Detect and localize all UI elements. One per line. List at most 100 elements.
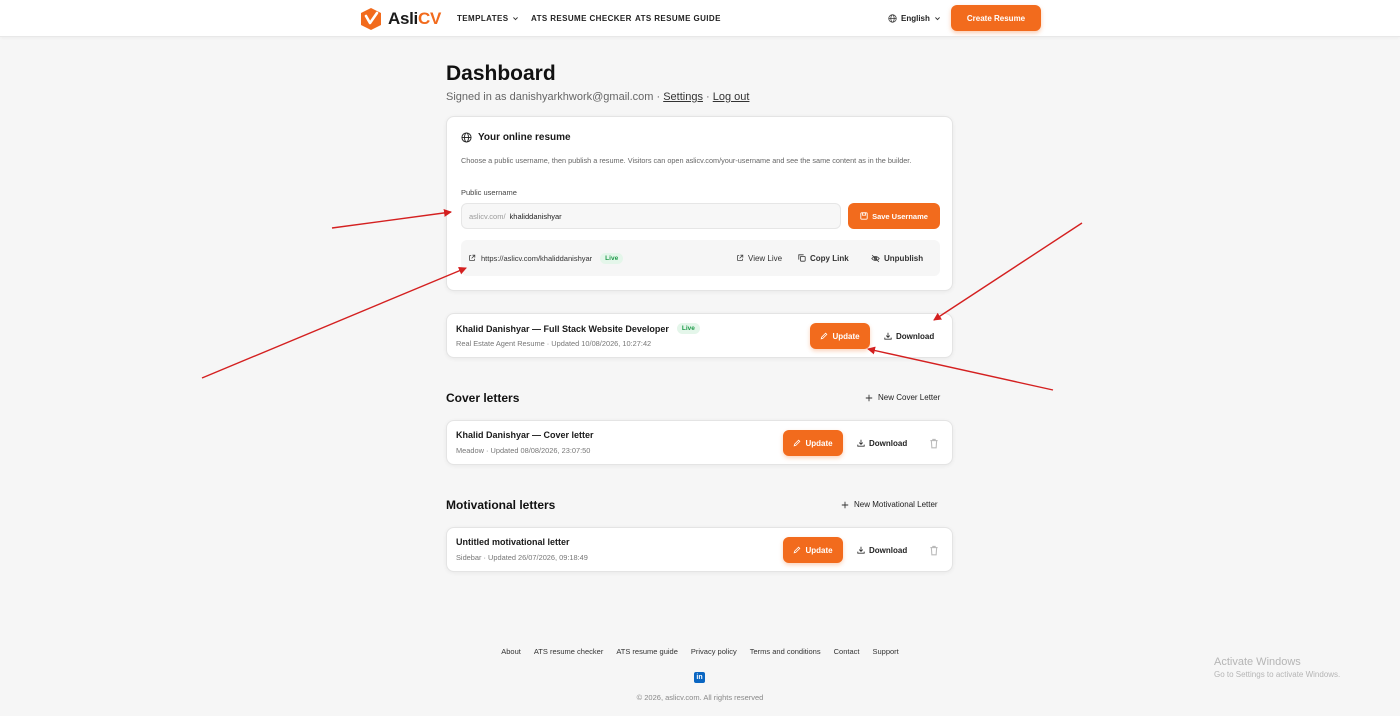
footer-link-privacy[interactable]: Privacy policy xyxy=(691,647,737,656)
cover-letters-heading: Cover letters xyxy=(446,391,520,405)
update-button[interactable]: Update xyxy=(783,537,843,563)
signed-in-line: Signed in as danishyarkhwork@gmail.com ·… xyxy=(446,91,749,103)
status-badge: Live xyxy=(676,323,700,334)
save-icon xyxy=(860,212,868,220)
motivational-letter-card: Untitled motivational letter Sidebar · U… xyxy=(446,527,953,572)
separator: · xyxy=(702,91,713,103)
nav-ats-resume-guide[interactable]: ATS RESUME GUIDE xyxy=(635,0,721,37)
footer-links: About ATS resume checker ATS resume guid… xyxy=(0,647,1400,656)
chevron-down-icon xyxy=(934,17,940,21)
download-button[interactable]: Download xyxy=(857,430,907,456)
motivational-letter-title-line: Untitled motivational letter xyxy=(456,537,570,547)
unpublish-button[interactable]: Unpublish xyxy=(871,240,923,276)
resume-title[interactable]: Khalid Danishyar — Full Stack Website De… xyxy=(456,324,669,334)
trash-icon[interactable] xyxy=(928,544,940,556)
new-cover-letter-label: New Cover Letter xyxy=(878,393,941,402)
copy-link-label: Copy Link xyxy=(810,253,849,263)
annotation-arrow xyxy=(933,222,1083,321)
save-username-button[interactable]: Save Username xyxy=(848,203,940,229)
logo-mark-icon xyxy=(361,8,381,30)
update-label: Update xyxy=(805,545,833,555)
download-icon xyxy=(857,546,865,554)
logo-text: AsliCV xyxy=(388,9,442,28)
download-button[interactable]: Download xyxy=(857,537,907,563)
globe-icon xyxy=(888,14,897,23)
pencil-icon xyxy=(821,332,828,340)
cover-letter-title[interactable]: Khalid Danishyar — Cover letter xyxy=(456,430,594,440)
footer-link-contact[interactable]: Contact xyxy=(834,647,860,656)
online-resume-heading: Your online resume xyxy=(461,132,571,143)
annotation-arrow xyxy=(201,267,467,379)
footer-link-ats-guide[interactable]: ATS resume guide xyxy=(616,647,678,656)
annotation-arrows xyxy=(201,208,1083,391)
online-resume-card: Your online resume Choose a public usern… xyxy=(446,116,953,291)
settings-link[interactable]: Settings xyxy=(663,91,703,103)
windows-activation-watermark: Activate Windows Go to Settings to activ… xyxy=(1214,656,1340,679)
logo[interactable]: AsliCV xyxy=(358,6,441,32)
update-button[interactable]: Update xyxy=(810,323,870,349)
external-link-icon xyxy=(469,254,476,261)
resume-title-line: Khalid Danishyar — Full Stack Website De… xyxy=(456,323,700,334)
username-value: khaliddanishyar xyxy=(509,211,562,221)
username-prefix: aslicv.com/ xyxy=(469,211,506,221)
new-motivational-letter-button[interactable]: New Motivational Letter xyxy=(841,500,938,509)
copy-icon xyxy=(798,254,806,262)
resume-card: Khalid Danishyar — Full Stack Website De… xyxy=(446,313,953,358)
download-button[interactable]: Download xyxy=(884,323,934,349)
language-label: English xyxy=(901,14,930,23)
pencil-icon xyxy=(794,546,801,554)
page-title: Dashboard xyxy=(446,62,556,85)
unpublish-label: Unpublish xyxy=(884,253,924,263)
top-header: AsliCV TEMPLATES ATS RESUME CHECKER ATS … xyxy=(0,0,1400,37)
pencil-icon xyxy=(794,439,801,447)
download-icon xyxy=(857,439,865,447)
footer-link-terms[interactable]: Terms and conditions xyxy=(750,647,821,656)
create-resume-button[interactable]: Create Resume xyxy=(951,5,1041,31)
update-label: Update xyxy=(832,331,860,341)
view-live-button[interactable]: View Live xyxy=(736,240,782,276)
new-cover-letter-button[interactable]: New Cover Letter xyxy=(865,393,940,402)
footer-link-about[interactable]: About xyxy=(501,647,521,656)
cover-letter-card: Khalid Danishyar — Cover letter Meadow ·… xyxy=(446,420,953,465)
cover-letter-subtitle: Meadow · Updated 08/08/2026, 23:07:50 xyxy=(456,446,591,455)
download-label: Download xyxy=(869,545,908,555)
public-link-bar: https://aslicv.com/khaliddanishyar Live … xyxy=(461,240,940,276)
linkedin-icon[interactable]: in xyxy=(694,672,705,683)
globe-icon xyxy=(461,132,472,143)
signed-in-text: Signed in as danishyarkhwork@gmail.com · xyxy=(446,91,664,103)
public-url-text: https://aslicv.com/khaliddanishyar xyxy=(481,253,593,263)
trash-icon[interactable] xyxy=(928,437,940,449)
public-url[interactable]: https://aslicv.com/khaliddanishyar Live xyxy=(468,240,624,276)
username-input[interactable]: aslicv.com/ khaliddanishyar xyxy=(461,203,841,229)
username-label: Public username xyxy=(461,188,517,197)
footer-link-support[interactable]: Support xyxy=(872,647,898,656)
update-button[interactable]: Update xyxy=(783,430,843,456)
chevron-down-icon xyxy=(513,17,519,21)
footer-copyright: © 2026, aslicv.com. All rights reserved xyxy=(636,693,764,702)
save-username-label: Save Username xyxy=(872,211,928,221)
download-icon xyxy=(884,332,892,340)
eye-off-icon xyxy=(871,254,880,262)
online-resume-title: Your online resume xyxy=(478,132,571,143)
nav-ats-resume-checker[interactable]: ATS RESUME CHECKER xyxy=(531,0,632,37)
external-link-icon xyxy=(737,254,744,261)
status-badge: Live xyxy=(600,252,624,264)
watermark-line-1: Activate Windows xyxy=(1214,656,1301,668)
online-resume-description: Choose a public username, then publish a… xyxy=(461,156,912,165)
download-label: Download xyxy=(896,331,935,341)
motivational-letter-subtitle: Sidebar · Updated 26/07/2026, 09:18:49 xyxy=(456,553,588,562)
motivational-letters-heading: Motivational letters xyxy=(446,498,556,512)
logout-link[interactable]: Log out xyxy=(713,91,750,103)
view-live-label: View Live xyxy=(748,253,783,263)
plus-icon xyxy=(841,501,849,508)
new-motivational-letter-label: New Motivational Letter xyxy=(854,500,938,509)
nav-templates[interactable]: TEMPLATES xyxy=(457,0,519,37)
motivational-letter-title[interactable]: Untitled motivational letter xyxy=(456,537,570,547)
language-selector[interactable]: English xyxy=(888,0,941,37)
footer-link-ats-checker[interactable]: ATS resume checker xyxy=(534,647,603,656)
watermark-line-2: Go to Settings to activate Windows. xyxy=(1214,670,1341,679)
copy-link-button[interactable]: Copy Link xyxy=(798,240,849,276)
download-label: Download xyxy=(869,438,908,448)
update-label: Update xyxy=(805,438,833,448)
cover-letter-title-line: Khalid Danishyar — Cover letter xyxy=(456,430,594,440)
